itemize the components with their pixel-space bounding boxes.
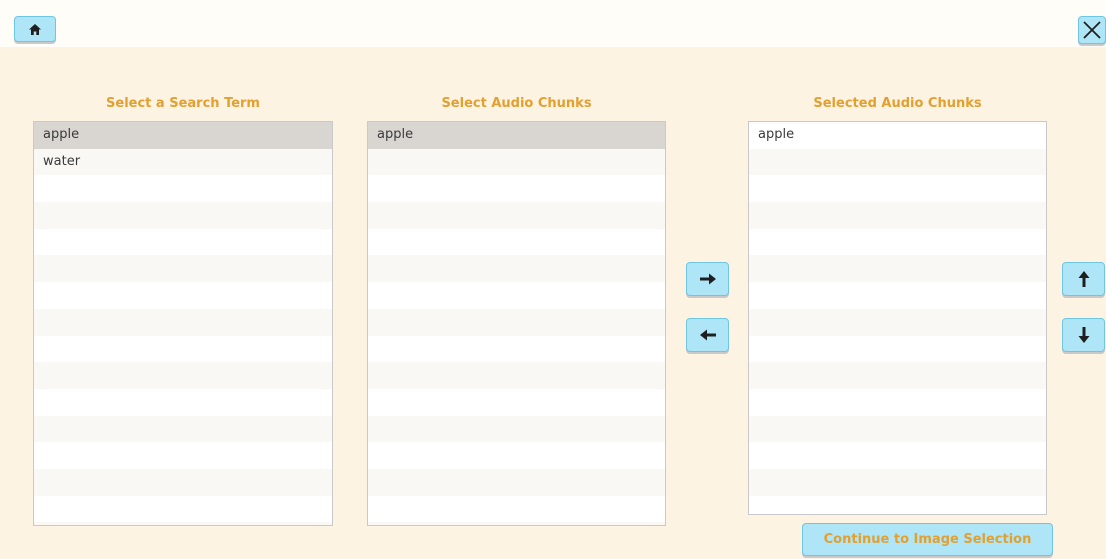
list-row-stripe xyxy=(34,255,332,283)
list-row-stripe xyxy=(749,335,1046,363)
list-row-stripe xyxy=(34,202,332,229)
selected-chunks-list[interactable]: apple xyxy=(748,121,1047,515)
list-row-stripe xyxy=(749,495,1046,514)
selected-chunks-title: Selected Audio Chunks xyxy=(813,96,982,111)
list-row-stripe xyxy=(749,228,1046,256)
search-term-items: apple water xyxy=(34,122,332,175)
list-row-stripe xyxy=(34,335,332,363)
list-row-stripe xyxy=(34,415,332,443)
search-term-item[interactable]: apple xyxy=(34,122,332,149)
top-bar xyxy=(0,0,1106,47)
list-row-stripe xyxy=(749,148,1046,176)
list-row-stripe xyxy=(368,255,665,283)
list-row-stripe xyxy=(34,362,332,389)
list-row-stripe xyxy=(749,308,1046,336)
list-row-stripe xyxy=(749,282,1046,309)
list-row-stripe xyxy=(368,282,665,309)
list-row-stripe xyxy=(34,388,332,416)
search-term-item[interactable]: water xyxy=(34,149,332,176)
audio-chunk-item[interactable]: apple xyxy=(368,122,665,149)
list-row-stripe xyxy=(368,522,665,525)
home-icon xyxy=(29,23,41,35)
list-row-stripe xyxy=(749,468,1046,496)
list-row-stripe xyxy=(368,495,665,523)
selected-chunks-items: apple xyxy=(749,122,1046,149)
move-down-button[interactable] xyxy=(1062,318,1105,352)
arrow-down-icon xyxy=(1078,327,1089,343)
selected-chunk-item[interactable]: apple xyxy=(749,122,1046,149)
list-row-stripe xyxy=(368,148,665,176)
list-row-stripe xyxy=(34,468,332,496)
add-chunk-button[interactable] xyxy=(686,262,729,296)
list-row-stripe xyxy=(749,255,1046,283)
list-row-stripe xyxy=(368,388,665,416)
move-up-button[interactable] xyxy=(1062,262,1105,296)
search-term-list-stripes xyxy=(34,122,332,525)
close-button[interactable] xyxy=(1078,16,1106,44)
list-row-stripe xyxy=(368,308,665,336)
home-button[interactable] xyxy=(14,16,56,42)
list-row-stripe xyxy=(749,442,1046,469)
arrow-right-icon xyxy=(699,273,716,285)
list-row-stripe xyxy=(749,415,1046,443)
list-row-stripe xyxy=(749,388,1046,416)
audio-chunks-items: apple xyxy=(368,122,665,149)
list-row-stripe xyxy=(368,362,665,389)
list-row-stripe xyxy=(368,202,665,229)
arrow-left-icon xyxy=(699,329,716,341)
audio-chunks-list[interactable]: apple xyxy=(367,121,666,526)
continue-button[interactable]: Continue to Image Selection xyxy=(802,523,1053,556)
close-icon xyxy=(1083,21,1101,39)
list-row-stripe xyxy=(34,442,332,469)
list-row-stripe xyxy=(34,175,332,203)
audio-chunks-list-stripes xyxy=(368,122,665,525)
list-row-stripe xyxy=(34,308,332,336)
list-row-stripe xyxy=(749,362,1046,389)
list-row-stripe xyxy=(749,175,1046,203)
arrow-up-icon xyxy=(1078,271,1089,287)
list-row-stripe xyxy=(368,228,665,256)
list-row-stripe xyxy=(368,415,665,443)
list-row-stripe xyxy=(368,468,665,496)
audio-chunks-title: Select Audio Chunks xyxy=(441,96,592,111)
list-row-stripe xyxy=(34,282,332,309)
list-row-stripe xyxy=(34,228,332,256)
list-row-stripe xyxy=(368,442,665,469)
search-term-title: Select a Search Term xyxy=(106,96,260,111)
selected-chunks-list-stripes xyxy=(749,122,1046,514)
list-row-stripe xyxy=(749,202,1046,229)
remove-chunk-button[interactable] xyxy=(686,318,729,352)
search-term-list[interactable]: apple water xyxy=(33,121,333,526)
list-row-stripe xyxy=(34,495,332,523)
list-row-stripe xyxy=(368,175,665,203)
list-row-stripe xyxy=(368,335,665,363)
list-row-stripe xyxy=(34,522,332,525)
